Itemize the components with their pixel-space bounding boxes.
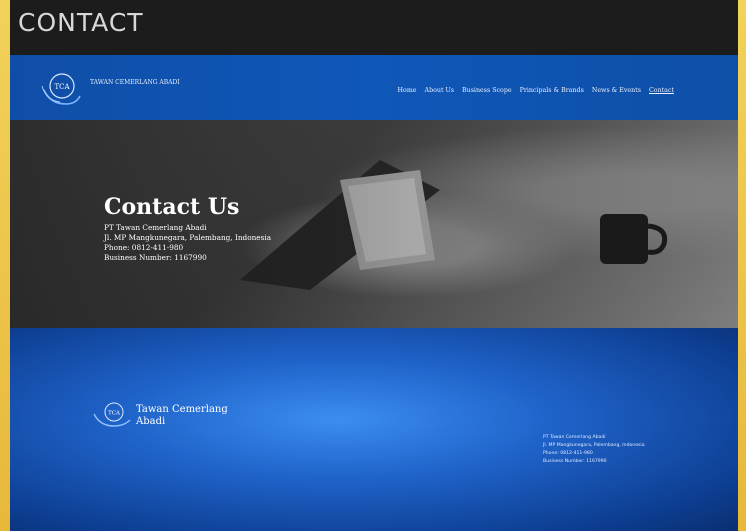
page-title: CONTACT [18,8,144,37]
logo-abbrev: TCA [54,83,70,91]
footer-company-line: PT Tawan Cemerlang Abadi [543,435,606,440]
hero-title: Contact Us [104,194,240,220]
nav-link-contact[interactable]: Contact [649,87,674,94]
phone-line: Phone: 0812-411-980 [104,243,184,252]
footer-logo-icon[interactable]: TCA [92,398,132,428]
nav-link-about[interactable]: About Us [425,87,455,94]
top-navbar: TCA TAWAN CEMERLANG ABADI Home About Us … [10,55,738,120]
hero-banner: Contact Us PT Tawan Cemerlang Abadi Jl. … [10,120,738,328]
footer-contact-info: PT Tawan Cemerlang Abadi Jl. MP Mangkune… [543,434,723,466]
company-logo-icon[interactable]: TCA [40,66,82,108]
nav-link-principals[interactable]: Principals & Brands [520,87,584,94]
screenshot-frame: CONTACT TCA TAWAN CEMERLANG ABADI Home A… [10,0,738,531]
footer-brand-line2: Abadi [136,416,166,427]
footer-brand-line1: Tawan Cemerlang [136,404,228,415]
footer-business-number-line: Business Number: 1167990 [543,459,607,464]
nav-link-home[interactable]: Home [398,87,417,94]
footer-brand: Tawan Cemerlang Abadi [136,404,296,428]
company-line: PT Tawan Cemerlang Abadi [104,223,207,232]
contact-details: PT Tawan Cemerlang Abadi Jl. MP Mangkune… [104,223,271,263]
company-name[interactable]: TAWAN CEMERLANG ABADI [90,79,210,87]
business-number-line: Business Number: 1167990 [104,253,207,262]
address-line: Jl. MP Mangkunegara, Palembang, Indonesi… [104,233,272,242]
nav-menu: Home About Us Business Scope Principals … [398,87,674,94]
footer: TCA Tawan Cemerlang Abadi PT Tawan Cemer… [10,328,738,531]
footer-logo-abbrev: TCA [108,411,121,417]
nav-link-news[interactable]: News & Events [592,87,641,94]
nav-link-business-scope[interactable]: Business Scope [462,87,512,94]
footer-phone-line: Phone: 0812-411-980 [543,451,593,456]
footer-address-line: Jl. MP Mangkunegara, Palembang, Indonesi… [543,443,645,448]
